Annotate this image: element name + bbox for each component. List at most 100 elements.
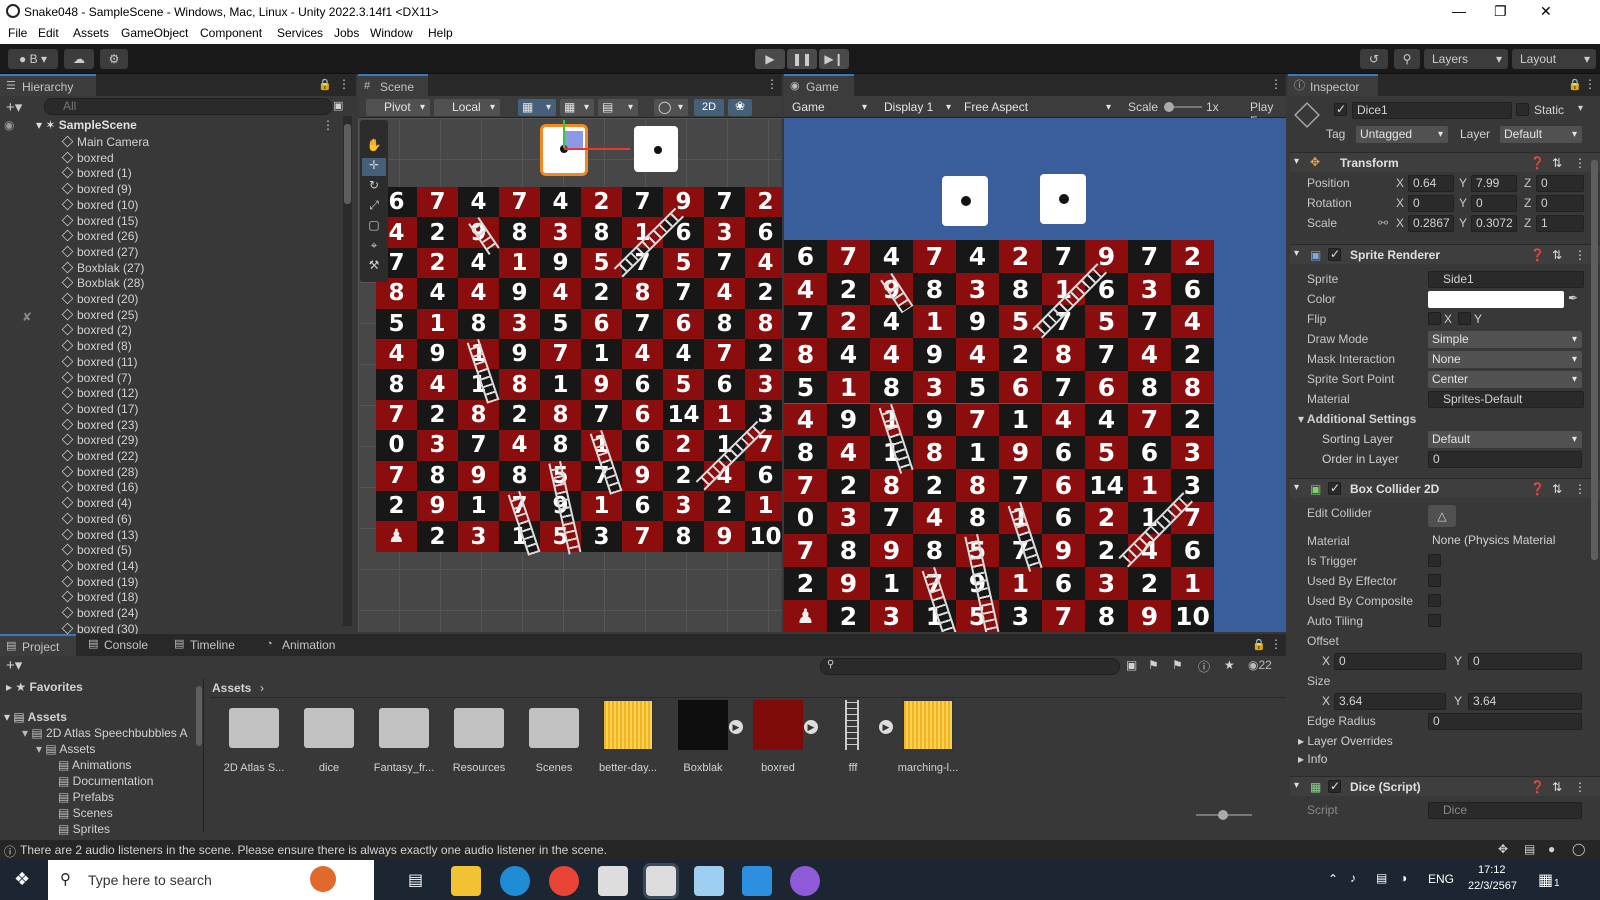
menu-gameobject[interactable]: GameObject bbox=[121, 26, 188, 40]
scale-slider[interactable] bbox=[1164, 102, 1202, 112]
step-button[interactable]: ▶❙ bbox=[819, 49, 849, 69]
auto-tiling-checkbox[interactable] bbox=[1428, 614, 1441, 627]
static-checkbox[interactable] bbox=[1516, 103, 1529, 116]
layers-dropdown[interactable]: Layers ▾ bbox=[1424, 49, 1508, 69]
layer-overrides-foldout[interactable]: ▸ Layer Overrides bbox=[1298, 734, 1393, 748]
history-button[interactable]: ↺ bbox=[1360, 49, 1388, 69]
material-field[interactable]: Sprites-Default bbox=[1428, 391, 1584, 408]
used-by-composite-checkbox[interactable] bbox=[1428, 594, 1441, 607]
asset-item[interactable]: ▶ boxred bbox=[742, 700, 818, 780]
mask-interaction-dropdown[interactable]: None bbox=[1428, 351, 1582, 368]
kebab-menu-icon[interactable]: ⋮ bbox=[338, 77, 350, 91]
scene-root[interactable]: ▾ ✶ SampleScene bbox=[36, 118, 137, 134]
search-options-icon[interactable]: ▣ bbox=[333, 99, 343, 112]
tab-project[interactable]: ▤ Project bbox=[0, 634, 76, 656]
icon-size-slider[interactable] bbox=[1196, 810, 1252, 820]
inspector-scrollbar[interactable] bbox=[1591, 160, 1598, 560]
edge-radius-field[interactable]: 0 bbox=[1428, 713, 1582, 730]
flip-y-checkbox[interactable] bbox=[1458, 312, 1471, 325]
move-tool-icon[interactable]: ✛ bbox=[362, 158, 386, 176]
progress-icon[interactable]: ◯ bbox=[1572, 842, 1585, 856]
transform-header[interactable]: ▾ ✥ Transform ❓ ⇅ ⋮ bbox=[1290, 152, 1600, 172]
pause-button[interactable]: ❚❚ bbox=[787, 49, 817, 69]
filter-label-icon[interactable]: ⚑ bbox=[1148, 658, 1159, 672]
bookmark-icon[interactable]: ⚑ bbox=[1172, 658, 1183, 672]
expand-play-icon[interactable]: ▶ bbox=[879, 720, 893, 734]
additional-settings-foldout[interactable]: ▾ Additional Settings bbox=[1298, 412, 1416, 426]
scene-viewport[interactable]: 6747427972429838163672419575748449428742… bbox=[358, 118, 782, 632]
hierarchy-search-input[interactable]: All bbox=[44, 98, 332, 115]
tree-item[interactable]: ▤ Scenes bbox=[58, 806, 190, 820]
search-button[interactable]: ⚲ bbox=[1394, 49, 1420, 69]
tab-animation[interactable]: ◔ Animation bbox=[260, 634, 350, 656]
menu-file[interactable]: File bbox=[8, 26, 27, 40]
task-view-icon[interactable]: ▤ bbox=[408, 870, 423, 890]
help-icon[interactable]: ❓ bbox=[1530, 156, 1545, 170]
rotate-tool-icon[interactable]: ↻ bbox=[362, 178, 386, 196]
create-asset-button[interactable]: +▾ bbox=[6, 656, 22, 674]
game-viewport[interactable]: 6747427972429838163672419575748449428742… bbox=[784, 118, 1286, 632]
kebab-menu-icon[interactable]: ⋮ bbox=[1270, 637, 1282, 651]
kebab-menu-icon[interactable]: ⋮ bbox=[1574, 482, 1586, 496]
wifi-icon[interactable]: ◑ bbox=[1400, 871, 1407, 885]
tab-scene[interactable]: # Scene bbox=[358, 74, 428, 96]
2d-toggle[interactable]: 2D bbox=[694, 99, 724, 116]
kebab-menu-icon[interactable]: ⋮ bbox=[1574, 248, 1586, 262]
breadcrumb-assets[interactable]: Assets bbox=[212, 681, 251, 695]
chrome-browser-icon[interactable] bbox=[549, 866, 579, 896]
tab-inspector[interactable]: ⓘ Inspector bbox=[1288, 74, 1378, 96]
collider-material-field[interactable]: None (Physics Material bbox=[1428, 533, 1584, 550]
edit-collider-button[interactable]: △ bbox=[1428, 505, 1456, 527]
scale-z-field[interactable]: 1 bbox=[1536, 215, 1584, 232]
kebab-menu-icon[interactable]: ⋮ bbox=[1270, 77, 1282, 91]
database-icon[interactable]: ▤ bbox=[1524, 842, 1535, 856]
tree-item[interactable]: ▾ ▤ Assets bbox=[36, 742, 190, 756]
menu-component[interactable]: Component bbox=[200, 26, 262, 40]
add-gameobject-button[interactable]: +▾ bbox=[6, 98, 38, 116]
tab-console[interactable]: ▤ Console bbox=[82, 634, 162, 656]
box-collider-header[interactable]: ▾ ▣ Box Collider 2D ❓ ⇅ ⋮ bbox=[1290, 478, 1600, 498]
account-button[interactable]: ● B ▾ bbox=[8, 49, 58, 69]
info-circle-icon[interactable]: ⓘ bbox=[1198, 658, 1210, 675]
help-icon[interactable]: ❓ bbox=[1530, 780, 1545, 794]
collab-button[interactable]: ⚙ bbox=[100, 49, 128, 69]
info-foldout[interactable]: ▸ Info bbox=[1298, 752, 1327, 766]
sprite-renderer-enabled-checkbox[interactable] bbox=[1328, 247, 1341, 261]
active-checkbox[interactable] bbox=[1334, 102, 1347, 116]
tab-game[interactable]: ◉ Game bbox=[784, 74, 854, 96]
windows-start-icon[interactable]: ❖ bbox=[14, 869, 30, 890]
language-indicator[interactable]: ENG bbox=[1428, 872, 1454, 886]
position-z-field[interactable]: 0 bbox=[1536, 175, 1584, 192]
size-x-field[interactable]: 3.64 bbox=[1334, 693, 1446, 710]
tree-item[interactable]: ▾ ▤ 2D Atlas Speechbubbles A bbox=[22, 726, 190, 740]
star-icon[interactable]: ★ bbox=[1224, 658, 1235, 672]
asset-item[interactable]: marching-l... bbox=[892, 700, 964, 780]
preset-icon[interactable]: ⇅ bbox=[1552, 482, 1562, 496]
is-trigger-checkbox[interactable] bbox=[1428, 554, 1441, 567]
kebab-menu-icon[interactable]: ⋮ bbox=[1574, 780, 1586, 794]
asset-item[interactable]: ▶ fff bbox=[817, 700, 893, 780]
preset-icon[interactable]: ⇅ bbox=[1552, 156, 1562, 170]
hierarchy-scrollbar[interactable] bbox=[343, 116, 352, 626]
eyedropper-icon[interactable]: ✒ bbox=[1568, 291, 1578, 305]
asset-item[interactable]: Resources bbox=[443, 700, 515, 780]
used-by-effector-checkbox[interactable] bbox=[1428, 574, 1441, 587]
notification-icon[interactable]: ▦ bbox=[1538, 870, 1553, 890]
minimize-button[interactable]: — bbox=[1452, 3, 1466, 19]
link-icon[interactable]: ⚯ bbox=[1378, 216, 1388, 230]
close-button[interactable]: ✕ bbox=[1540, 3, 1552, 20]
pivot-dropdown[interactable]: Pivot bbox=[366, 99, 430, 116]
sprite-renderer-header[interactable]: ▾ ▣ Sprite Renderer ❓ ⇅ ⋮ bbox=[1290, 244, 1600, 264]
kebab-menu-icon[interactable]: ⋮ bbox=[1574, 156, 1586, 170]
play-button[interactable]: ▶ bbox=[755, 49, 785, 69]
local-dropdown[interactable]: Local bbox=[434, 99, 500, 116]
notepad-icon[interactable] bbox=[694, 866, 724, 896]
tree-scrollbar[interactable] bbox=[196, 686, 202, 746]
preset-icon[interactable]: ⇅ bbox=[1552, 780, 1562, 794]
kebab-menu-icon[interactable]: ⋮ bbox=[1584, 77, 1596, 91]
chevron-down-icon[interactable]: ▾ bbox=[1578, 103, 1583, 114]
box-collider-enabled-checkbox[interactable] bbox=[1328, 481, 1341, 495]
github-desktop-icon[interactable] bbox=[790, 866, 820, 896]
taskbar-search-box[interactable]: ⚲ Type here to search bbox=[48, 860, 374, 900]
rotation-y-field[interactable]: 0 bbox=[1471, 195, 1517, 212]
